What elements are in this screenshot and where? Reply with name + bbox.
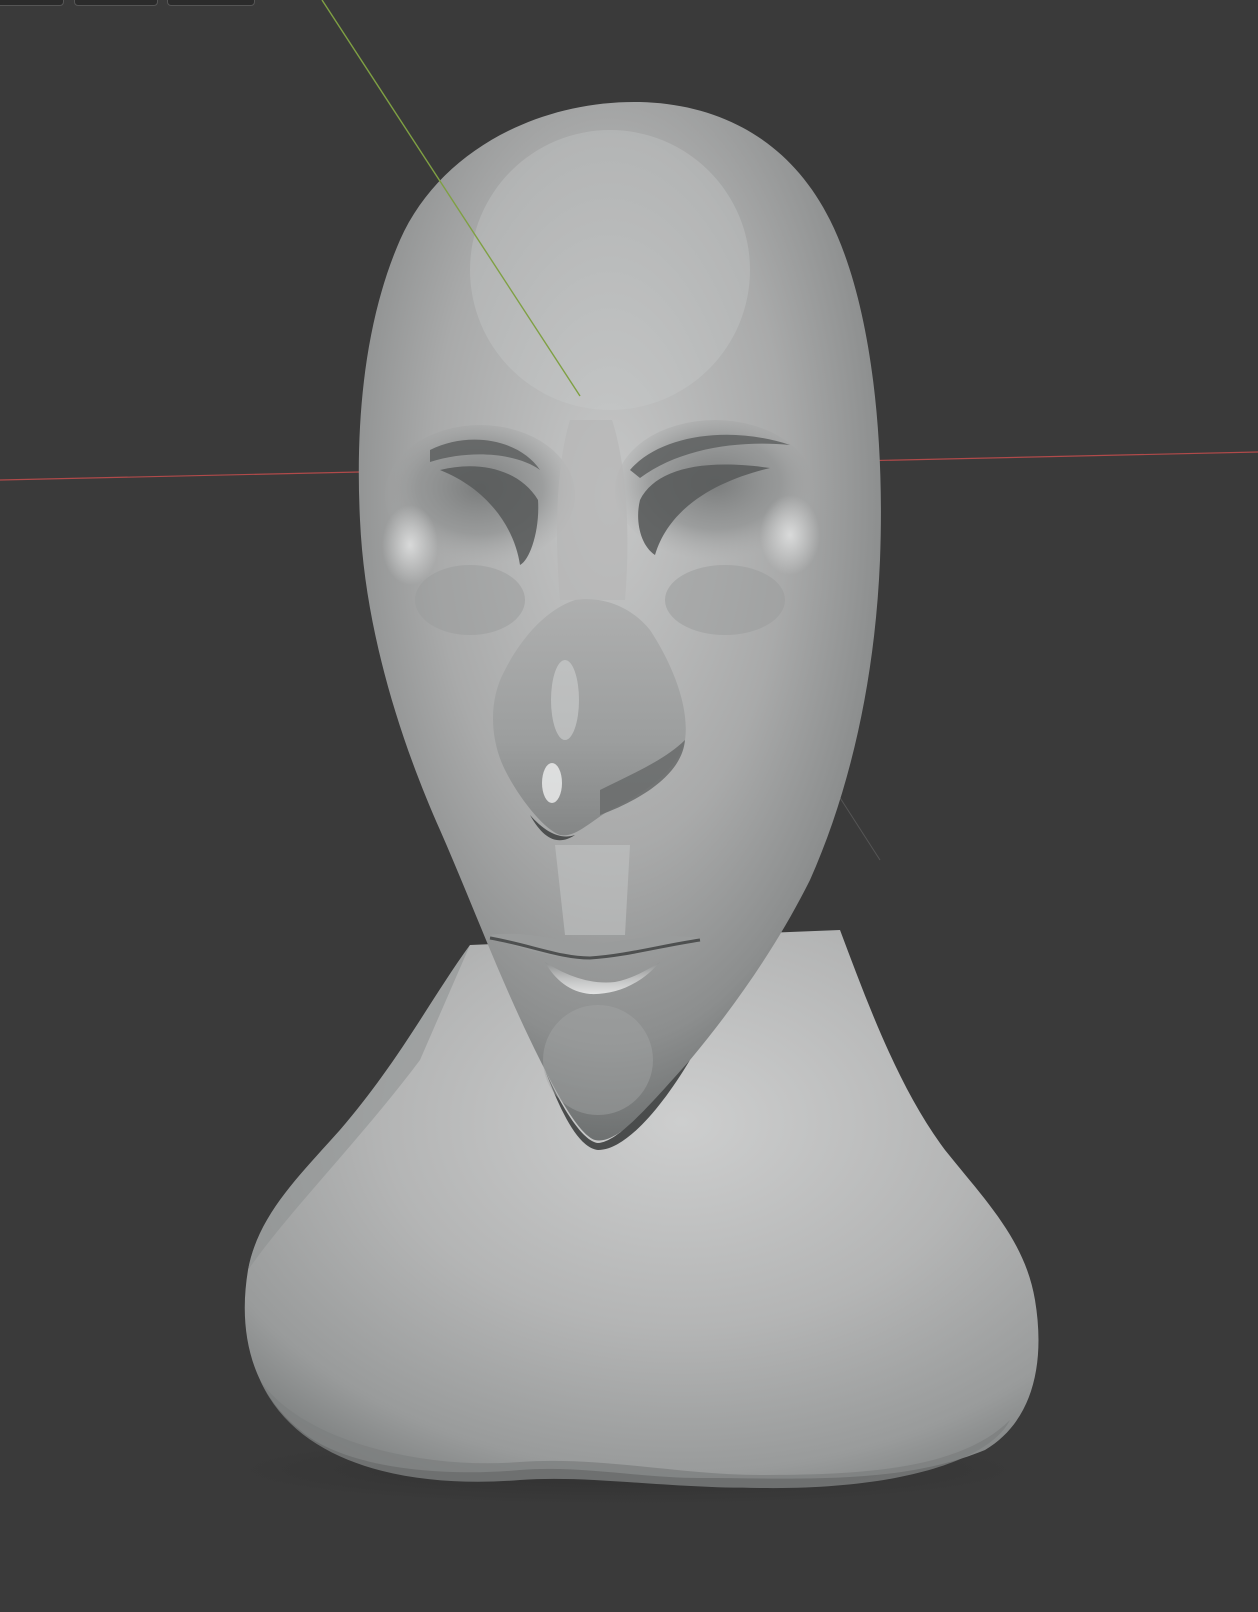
- left-under-eye: [415, 565, 525, 635]
- 3d-viewport[interactable]: [0, 0, 1258, 1612]
- forehead-highlight: [470, 130, 750, 410]
- right-cheek-highlight: [760, 495, 820, 575]
- left-cheek-highlight: [382, 505, 438, 585]
- nose-tip-highlight: [542, 763, 562, 803]
- guide-line: [834, 789, 881, 861]
- philtrum: [555, 845, 630, 935]
- right-under-eye: [665, 565, 785, 635]
- nose-bridge: [557, 420, 628, 600]
- chin: [543, 1005, 653, 1115]
- nose-ridge-highlight: [551, 660, 579, 740]
- viewport-scene[interactable]: [0, 0, 1258, 1612]
